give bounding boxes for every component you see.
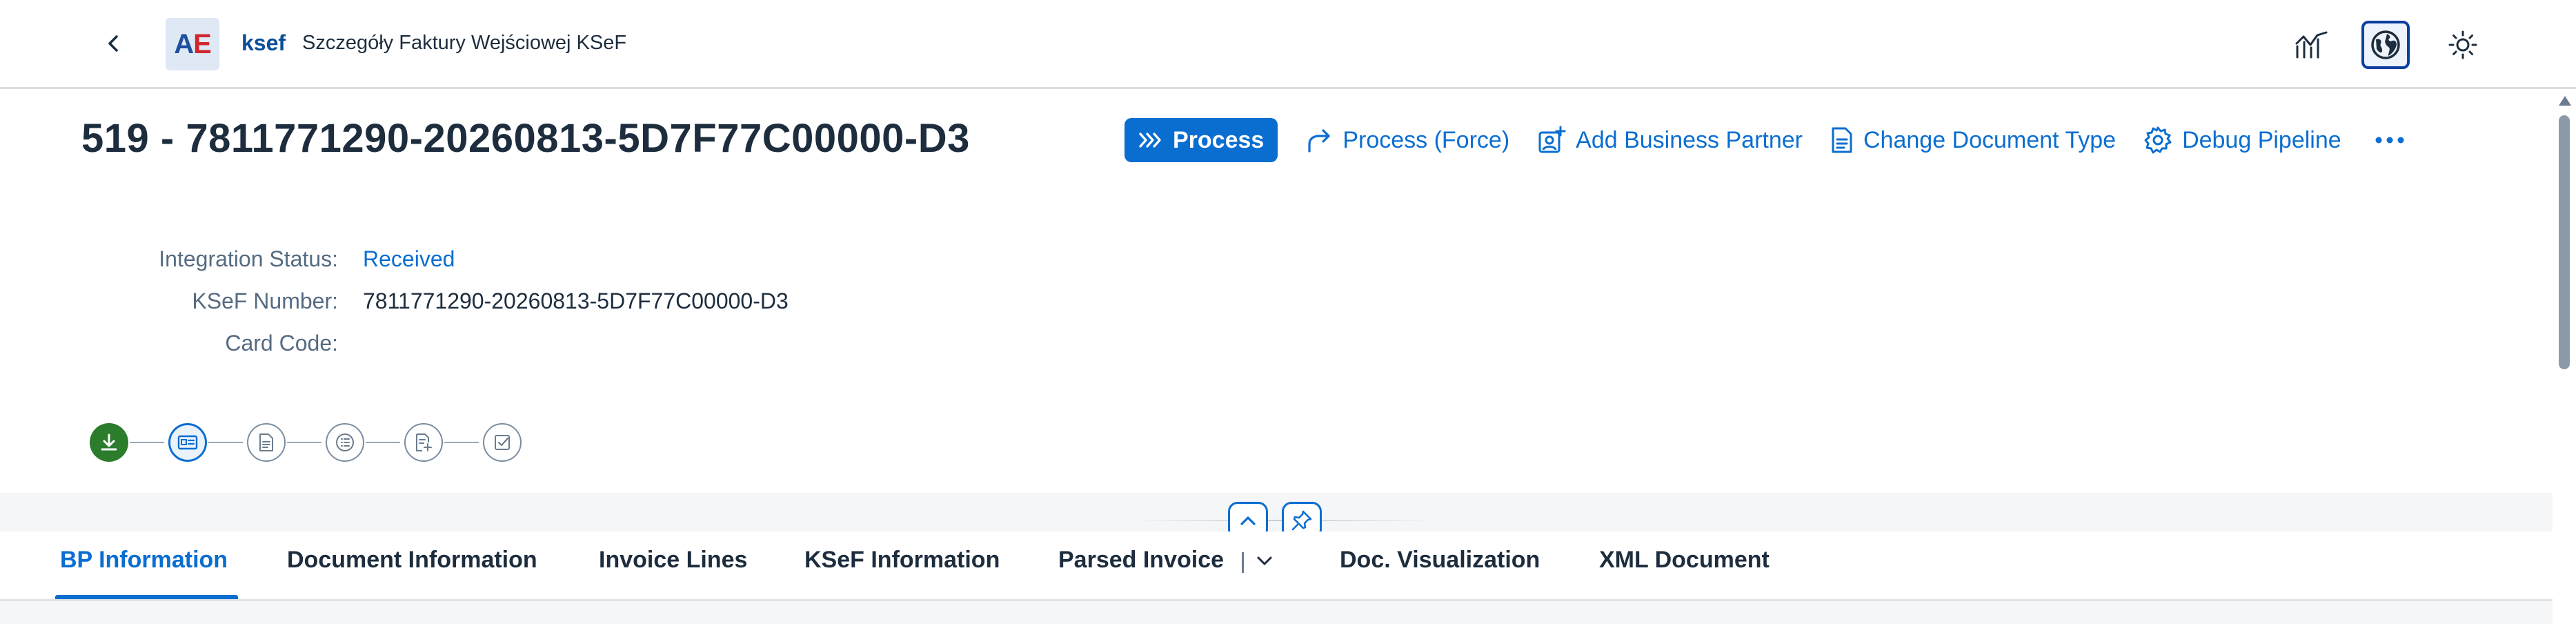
attribute-label: Integration Status:: [159, 246, 338, 271]
process-force-label: Process (Force): [1343, 126, 1510, 153]
process-button[interactable]: Process: [1124, 118, 1278, 162]
flow-step-create-document[interactable]: [404, 423, 443, 462]
change-document-type-label: Change Document Type: [1863, 126, 2117, 153]
overflow-icon: [2375, 137, 2404, 144]
back-icon: [108, 35, 118, 52]
flow-connector: [208, 442, 243, 443]
tab-xml-document[interactable]: XML Document: [1599, 547, 1770, 574]
header-toolbar: Process Process (Force) Add Business Par…: [1124, 118, 2405, 162]
flow-connector: [444, 442, 479, 443]
flow-step-document[interactable]: [247, 423, 286, 462]
logo-letter-e: E: [193, 28, 212, 59]
process-force-button[interactable]: Process (Force): [1305, 126, 1509, 154]
tab-bar: BP Information Document Information Invo…: [0, 532, 2553, 601]
app-name[interactable]: ksef: [241, 30, 286, 56]
add-business-partner-label: Add Business Partner: [1576, 126, 1803, 153]
chevron-up-icon: [1240, 516, 1256, 525]
app-subtitle: Szczegóły Faktury Wejściowej KSeF: [302, 32, 627, 54]
flow-step-complete[interactable]: [483, 423, 522, 462]
attribute-label: KSeF Number:: [192, 289, 338, 313]
object-header: 519 - 7811771290-20260813-5D7F77C00000-D…: [0, 89, 2553, 493]
tab-document-information[interactable]: Document Information: [287, 547, 537, 574]
flow-step-received[interactable]: [90, 423, 128, 462]
process-button-label: Process: [1173, 126, 1265, 153]
flow-connector: [366, 442, 400, 443]
logo-letter-a: A: [174, 28, 194, 59]
vertical-scrollbar[interactable]: [2553, 89, 2576, 624]
more-actions-button[interactable]: [2375, 136, 2405, 144]
fast-forward-icon: [1139, 133, 1161, 148]
id-card-icon: [177, 435, 198, 450]
download-icon: [101, 433, 117, 451]
tab-invoice-lines[interactable]: Invoice Lines: [599, 547, 747, 574]
debug-pipeline-label: Debug Pipeline: [2182, 126, 2341, 153]
forward-arrow-icon: [1308, 129, 1330, 153]
analytics-button[interactable]: [2288, 21, 2336, 69]
pin-icon: [1291, 510, 1312, 531]
flow-connector: [287, 442, 321, 443]
shell-bar: AE ksef Szczegóły Faktury Wejściowej KSe…: [0, 0, 2576, 89]
parsed-invoice-menu-button[interactable]: [1254, 551, 1275, 575]
integration-status-value[interactable]: Received: [363, 246, 455, 272]
theme-button[interactable]: [2439, 21, 2487, 69]
document-icon: [259, 433, 273, 451]
tab-separator: [1242, 552, 1244, 573]
attribute-label: Card Code:: [225, 331, 338, 355]
tab-bp-information[interactable]: BP Information: [60, 547, 228, 574]
analytics-icon: [2295, 31, 2328, 59]
scroll-thumb[interactable]: [2559, 115, 2570, 369]
app-logo[interactable]: AE: [166, 18, 219, 70]
debug-pipeline-button[interactable]: Debug Pipeline: [2143, 126, 2341, 155]
back-button[interactable]: [97, 26, 131, 61]
sun-icon: [2448, 30, 2477, 59]
globe-button[interactable]: [2361, 21, 2410, 69]
chevron-down-icon: [1257, 556, 1272, 565]
globe-icon: [2371, 30, 2400, 59]
tab-doc-visualization[interactable]: Doc. Visualization: [1340, 547, 1540, 574]
flow-connector: [130, 442, 164, 443]
checkbox-icon: [495, 435, 510, 450]
gear-icon: [2144, 126, 2172, 154]
list-icon: [336, 433, 354, 451]
add-contact-icon: [1538, 126, 1566, 153]
document-add-icon: [416, 433, 432, 451]
document-icon: [1832, 127, 1852, 153]
flow-step-lines[interactable]: [326, 423, 364, 462]
change-document-type-button[interactable]: Change Document Type: [1830, 126, 2116, 155]
flow-step-business-partner[interactable]: [168, 423, 207, 462]
scroll-up-arrow[interactable]: [2559, 96, 2571, 106]
ksef-number-value: 7811771290-20260813-5D7F77C00000-D3: [363, 289, 789, 313]
tab-selection-indicator: [55, 595, 238, 599]
page-title: 519 - 7811771290-20260813-5D7F77C00000-D…: [81, 116, 970, 161]
tab-ksef-information[interactable]: KSeF Information: [804, 547, 1000, 574]
add-business-partner-button[interactable]: Add Business Partner: [1537, 126, 1803, 155]
tab-parsed-invoice[interactable]: Parsed Invoice: [1058, 547, 1224, 574]
